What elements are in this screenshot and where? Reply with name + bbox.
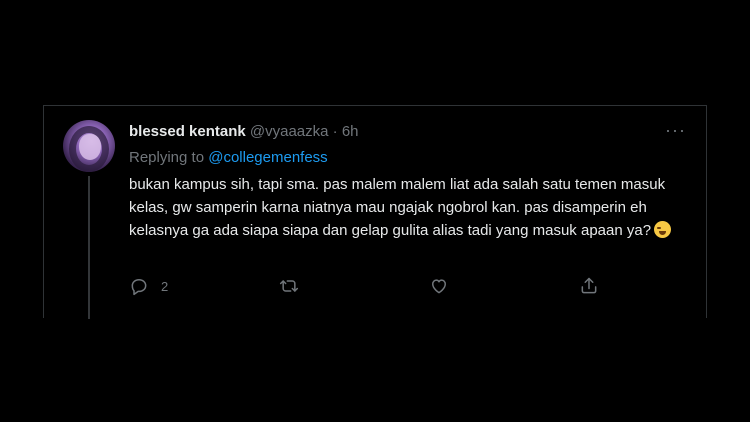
screenshot-stage: blessed kentank @vyaaazka · 6h ··· Reply… <box>0 0 750 422</box>
replying-to-mention[interactable]: @collegemenfess <box>208 149 327 166</box>
retweet-button[interactable] <box>279 274 311 298</box>
share-icon <box>581 277 597 294</box>
retweet-icon <box>279 280 299 292</box>
tweet-time[interactable]: 6h <box>342 123 359 140</box>
avatar[interactable] <box>63 120 115 172</box>
reply-button[interactable]: 2 <box>129 274 168 298</box>
like-button[interactable] <box>429 274 461 298</box>
tweet-header: blessed kentank @vyaaazka · 6h <box>129 122 359 142</box>
share-button[interactable] <box>579 274 611 298</box>
reply-count: 2 <box>161 278 169 294</box>
tweet-actions: 2 <box>129 274 609 298</box>
replying-to-line: Replying to @collegemenfess <box>129 148 328 168</box>
loudly-crying-face-icon <box>654 221 672 238</box>
user-handle[interactable]: @vyaaazka <box>250 123 329 140</box>
replying-prefix: Replying to <box>129 149 205 166</box>
tweet-text: bukan kampus sih, tapi sma. pas malem ma… <box>129 176 666 239</box>
tweet-text-container: bukan kampus sih, tapi sma. pas malem ma… <box>129 173 689 242</box>
more-options-icon[interactable]: ··· <box>665 120 686 140</box>
thread-line <box>88 176 90 319</box>
heart-icon <box>432 279 446 294</box>
avatar-face <box>79 134 101 160</box>
reply-icon <box>131 279 147 296</box>
separator-dot: · <box>332 123 338 140</box>
display-name[interactable]: blessed kentank <box>129 123 246 140</box>
tweet-card[interactable]: blessed kentank @vyaaazka · 6h ··· Reply… <box>43 105 707 319</box>
